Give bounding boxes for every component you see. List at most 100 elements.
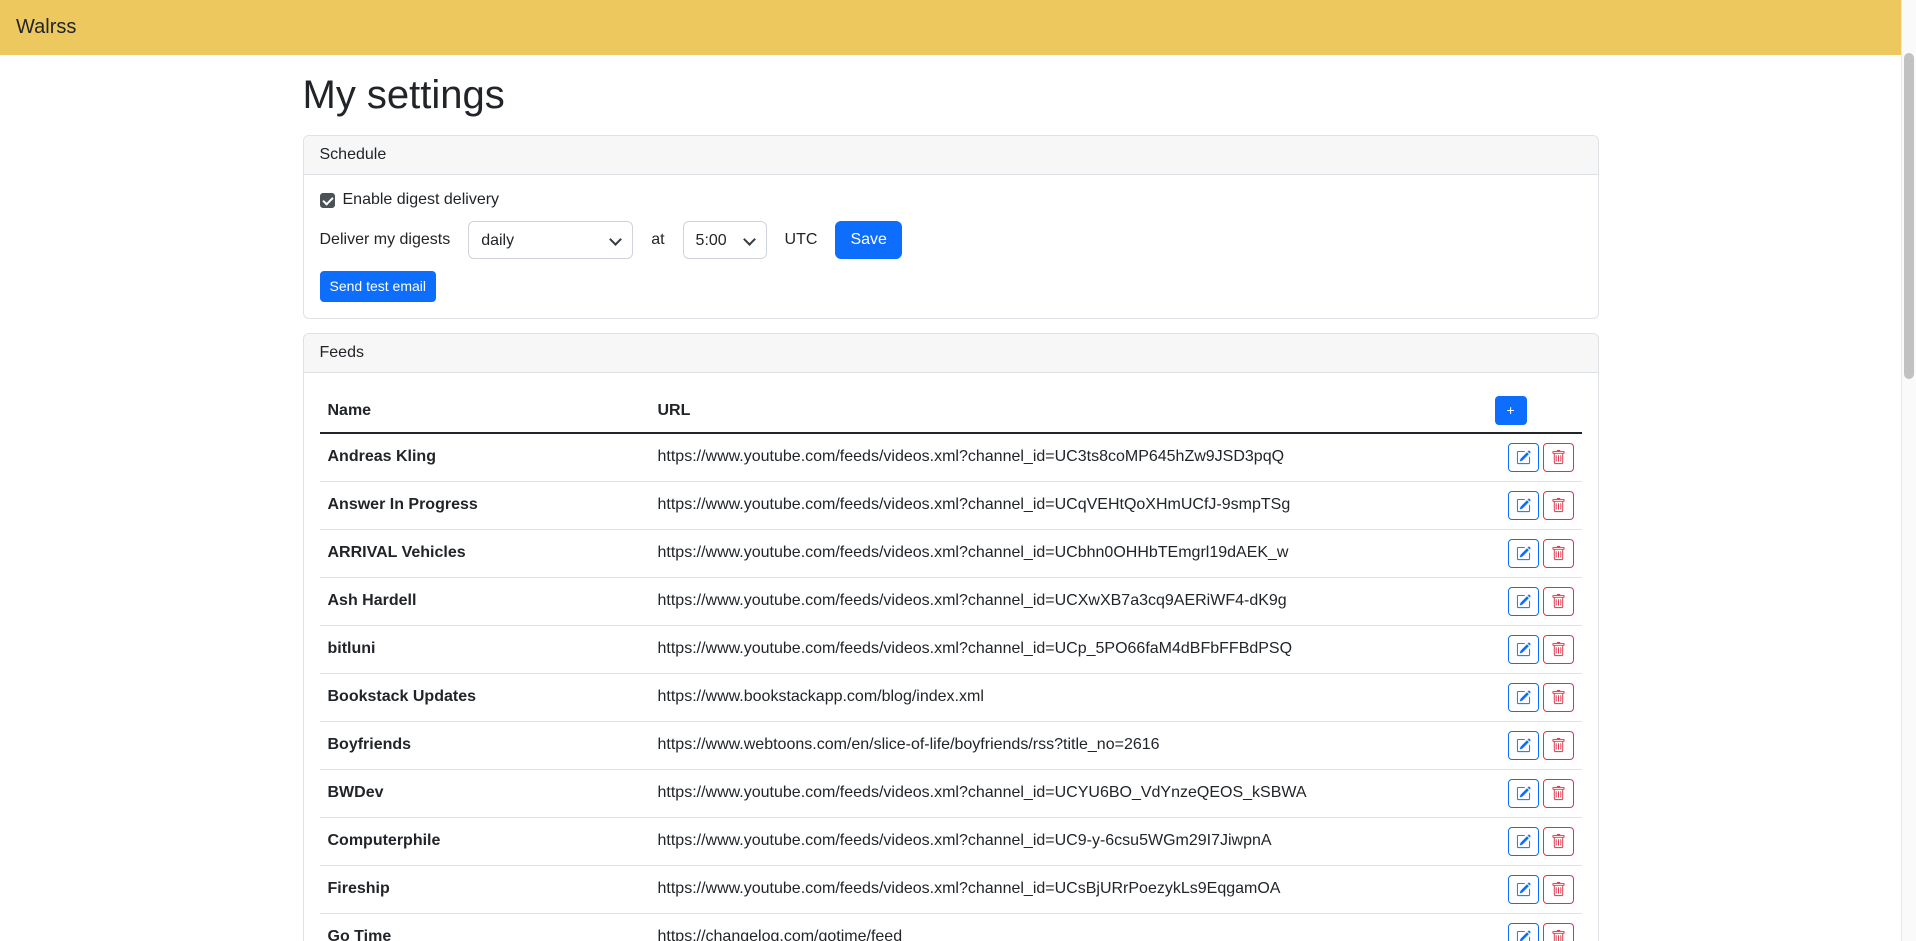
column-header-name: Name [320,389,650,433]
time-select-wrap: 5:00 [683,221,767,259]
trash-icon [1551,738,1566,753]
main-content: My settings Schedule Enable digest deliv… [303,71,1599,941]
edit-icon [1516,498,1531,513]
edit-icon [1516,690,1531,705]
delete-feed-button[interactable] [1543,539,1574,568]
feed-url: https://www.youtube.com/feeds/videos.xml… [650,529,1487,577]
trash-icon [1551,546,1566,561]
trash-icon [1551,834,1566,849]
trash-icon [1551,450,1566,465]
enable-digest-label[interactable]: Enable digest delivery [343,191,500,209]
delete-feed-button[interactable] [1543,779,1574,808]
time-select[interactable]: 5:00 [683,221,767,259]
feed-name: Andreas Kling [320,433,650,481]
delete-feed-button[interactable] [1543,443,1574,472]
add-feed-button[interactable]: + [1495,396,1527,425]
feed-actions [1487,769,1582,817]
delete-feed-button[interactable] [1543,635,1574,664]
edit-feed-button[interactable] [1508,827,1539,856]
feed-name: Boyfriends [320,721,650,769]
delete-feed-button[interactable] [1543,587,1574,616]
feed-row: Boyfriendshttps://www.webtoons.com/en/sl… [320,721,1582,769]
trash-icon [1551,882,1566,897]
page-title: My settings [303,71,1599,119]
edit-feed-button[interactable] [1508,635,1539,664]
feed-actions [1487,673,1582,721]
frequency-select[interactable]: daily [468,221,633,259]
feed-url: https://www.bookstackapp.com/blog/index.… [650,673,1487,721]
delete-feed-button[interactable] [1543,875,1574,904]
feeds-header-row: Name URL + [320,389,1582,433]
test-email-row: Send test email [320,271,1582,302]
edit-feed-button[interactable] [1508,443,1539,472]
scrollbar[interactable] [1901,0,1916,941]
delete-feed-button[interactable] [1543,923,1574,941]
schedule-card-body: Enable digest delivery Deliver my digest… [304,175,1598,318]
edit-feed-button[interactable] [1508,779,1539,808]
feed-name: Computerphile [320,817,650,865]
enable-digest-checkbox[interactable] [320,193,335,208]
feeds-table-body: Andreas Klinghttps://www.youtube.com/fee… [320,433,1582,941]
feed-actions [1487,913,1582,941]
feed-url: https://www.webtoons.com/en/slice-of-lif… [650,721,1487,769]
feeds-table-head: Name URL + [320,389,1582,433]
trash-icon [1551,786,1566,801]
feed-name: Ash Hardell [320,577,650,625]
feed-url: https://changelog.com/gotime/feed [650,913,1487,941]
column-header-url: URL [650,389,1487,433]
feed-row: ARRIVAL Vehicleshttps://www.youtube.com/… [320,529,1582,577]
deliver-digests-label: Deliver my digests [320,231,451,249]
feed-row: Computerphilehttps://www.youtube.com/fee… [320,817,1582,865]
feed-url: https://www.youtube.com/feeds/videos.xml… [650,481,1487,529]
column-header-actions: + [1487,389,1582,433]
delete-feed-button[interactable] [1543,683,1574,712]
edit-icon [1516,546,1531,561]
feed-name: Go Time [320,913,650,941]
save-button[interactable]: Save [835,221,901,259]
send-test-email-button[interactable]: Send test email [320,271,437,302]
feeds-card-body: Name URL + Andreas Klinghttps://www.yout… [304,373,1598,941]
edit-feed-button[interactable] [1508,731,1539,760]
delete-feed-button[interactable] [1543,491,1574,520]
feed-name: Bookstack Updates [320,673,650,721]
edit-feed-button[interactable] [1508,491,1539,520]
feed-actions [1487,721,1582,769]
edit-feed-button[interactable] [1508,683,1539,712]
edit-feed-button[interactable] [1508,539,1539,568]
trash-icon [1551,594,1566,609]
delete-feed-button[interactable] [1543,731,1574,760]
delete-feed-button[interactable] [1543,827,1574,856]
feeds-table: Name URL + Andreas Klinghttps://www.yout… [320,389,1582,941]
feed-row: Go Timehttps://changelog.com/gotime/feed [320,913,1582,941]
feed-actions [1487,481,1582,529]
edit-feed-button[interactable] [1508,875,1539,904]
edit-feed-button[interactable] [1508,923,1539,941]
feed-url: https://www.youtube.com/feeds/videos.xml… [650,577,1487,625]
edit-icon [1516,882,1531,897]
edit-icon [1516,834,1531,849]
navbar-brand[interactable]: Walrss [16,16,76,39]
feed-row: BWDevhttps://www.youtube.com/feeds/video… [320,769,1582,817]
feeds-card-header: Feeds [304,334,1598,373]
feed-row: Bookstack Updateshttps://www.bookstackap… [320,673,1582,721]
feed-row: Ash Hardellhttps://www.youtube.com/feeds… [320,577,1582,625]
navbar: Walrss [0,0,1901,55]
edit-feed-button[interactable] [1508,587,1539,616]
scrollbar-thumb[interactable] [1904,53,1914,379]
edit-icon [1516,594,1531,609]
feed-url: https://www.youtube.com/feeds/videos.xml… [650,817,1487,865]
edit-icon [1516,930,1531,941]
feed-actions [1487,865,1582,913]
timezone-label: UTC [785,231,818,249]
feed-actions [1487,529,1582,577]
feed-url: https://www.youtube.com/feeds/videos.xml… [650,865,1487,913]
edit-icon [1516,786,1531,801]
edit-icon [1516,642,1531,657]
feed-row: Fireshiphttps://www.youtube.com/feeds/vi… [320,865,1582,913]
feed-url: https://www.youtube.com/feeds/videos.xml… [650,625,1487,673]
feed-actions [1487,817,1582,865]
feed-name: ARRIVAL Vehicles [320,529,650,577]
edit-icon [1516,450,1531,465]
feed-actions [1487,625,1582,673]
feed-name: BWDev [320,769,650,817]
